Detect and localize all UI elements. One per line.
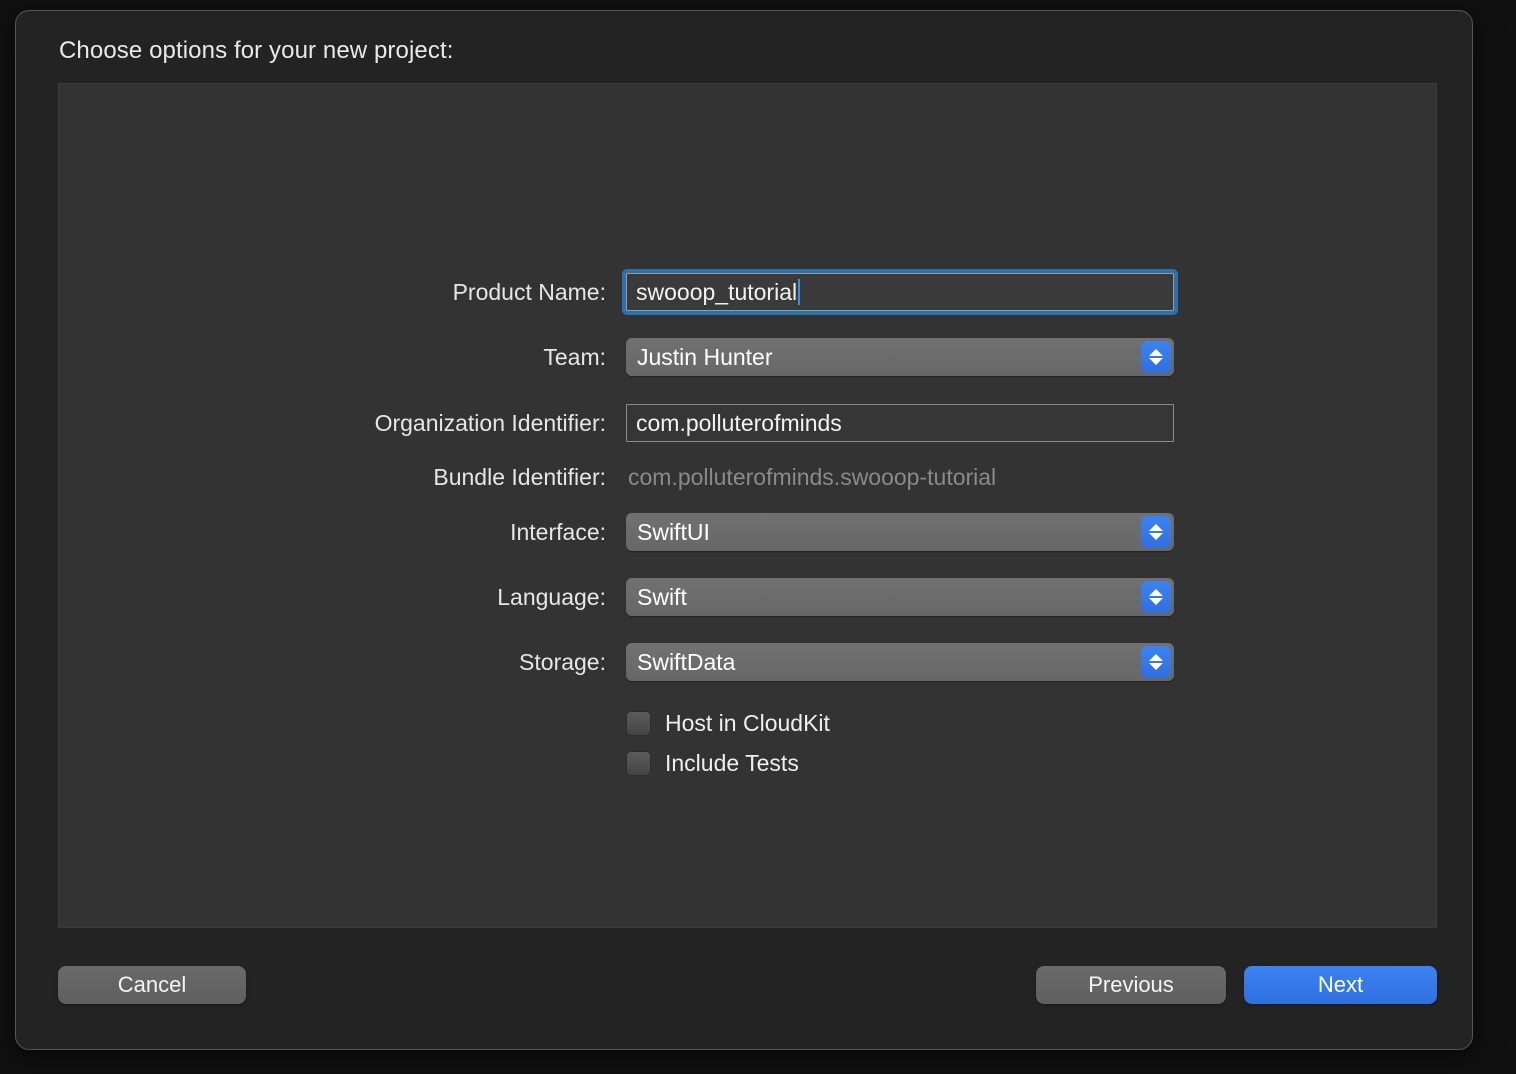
field-label: Language: bbox=[497, 583, 606, 610]
checkbox-row[interactable]: Host in CloudKit bbox=[626, 710, 830, 737]
new-project-options-dialog: Choose options for your new project: Pro… bbox=[15, 10, 1473, 1050]
project-options-form: Product Name: swooop_tutorial Team: Justin … bbox=[59, 84, 1436, 927]
popup-button[interactable]: SwiftUI bbox=[626, 513, 1174, 551]
field-label: Product Name: bbox=[452, 278, 606, 305]
form-row: Interface: SwiftUI bbox=[59, 512, 1436, 552]
popup-button-value: SwiftUI bbox=[637, 518, 710, 545]
readonly-value: com.polluterofminds.swooop-tutorial bbox=[628, 463, 997, 490]
checkbox-label: Host in CloudKit bbox=[665, 710, 830, 736]
form-row: Organization Identifier: com.polluterofmi… bbox=[59, 403, 1436, 443]
next-button[interactable]: Next bbox=[1244, 966, 1437, 1004]
form-row: Product Name: swooop_tutorial bbox=[59, 269, 1436, 315]
text-caret bbox=[798, 279, 801, 305]
popup-button-value: Justin Hunter bbox=[637, 343, 773, 370]
dialog-footer: Cancel Previous Next bbox=[16, 966, 1472, 1016]
chevron-up-down-icon[interactable] bbox=[1141, 516, 1171, 548]
text-input[interactable]: swooop_tutorial bbox=[622, 269, 1178, 315]
cancel-button[interactable]: Cancel bbox=[58, 966, 246, 1004]
chevron-up-down-icon[interactable] bbox=[1141, 646, 1171, 678]
field-label: Bundle Identifier: bbox=[433, 463, 606, 490]
page-title: Choose options for your new project: bbox=[59, 37, 454, 64]
previous-button[interactable]: Previous bbox=[1036, 966, 1226, 1004]
chevron-up-down-icon[interactable] bbox=[1141, 341, 1171, 373]
form-row: Language: Swift bbox=[59, 577, 1436, 617]
field-label: Interface: bbox=[510, 518, 606, 545]
checkbox-icon[interactable] bbox=[626, 751, 651, 776]
chevron-up-down-icon[interactable] bbox=[1141, 581, 1171, 613]
field-label: Storage: bbox=[519, 648, 606, 675]
text-input-value: com.polluterofminds bbox=[636, 409, 842, 436]
options-panel: Product Name: swooop_tutorial Team: Justin … bbox=[58, 83, 1437, 928]
text-input-value: swooop_tutorial bbox=[636, 278, 798, 305]
popup-button-value: SwiftData bbox=[637, 648, 736, 675]
checkbox-row[interactable]: Include Tests bbox=[626, 750, 799, 777]
popup-button-value: Swift bbox=[637, 583, 687, 610]
form-row: Team: Justin Hunter bbox=[59, 337, 1436, 377]
text-input[interactable]: com.polluterofminds bbox=[626, 404, 1174, 442]
popup-button[interactable]: Justin Hunter bbox=[626, 338, 1174, 376]
form-row: Storage: SwiftData bbox=[59, 642, 1436, 682]
field-label: Organization Identifier: bbox=[374, 409, 606, 436]
popup-button[interactable]: Swift bbox=[626, 578, 1174, 616]
popup-button[interactable]: SwiftData bbox=[626, 643, 1174, 681]
field-label: Team: bbox=[543, 343, 606, 370]
form-row: Bundle Identifier: com.polluterofminds.sw… bbox=[59, 457, 1436, 497]
checkbox-label: Include Tests bbox=[665, 750, 799, 776]
checkbox-icon[interactable] bbox=[626, 711, 651, 736]
